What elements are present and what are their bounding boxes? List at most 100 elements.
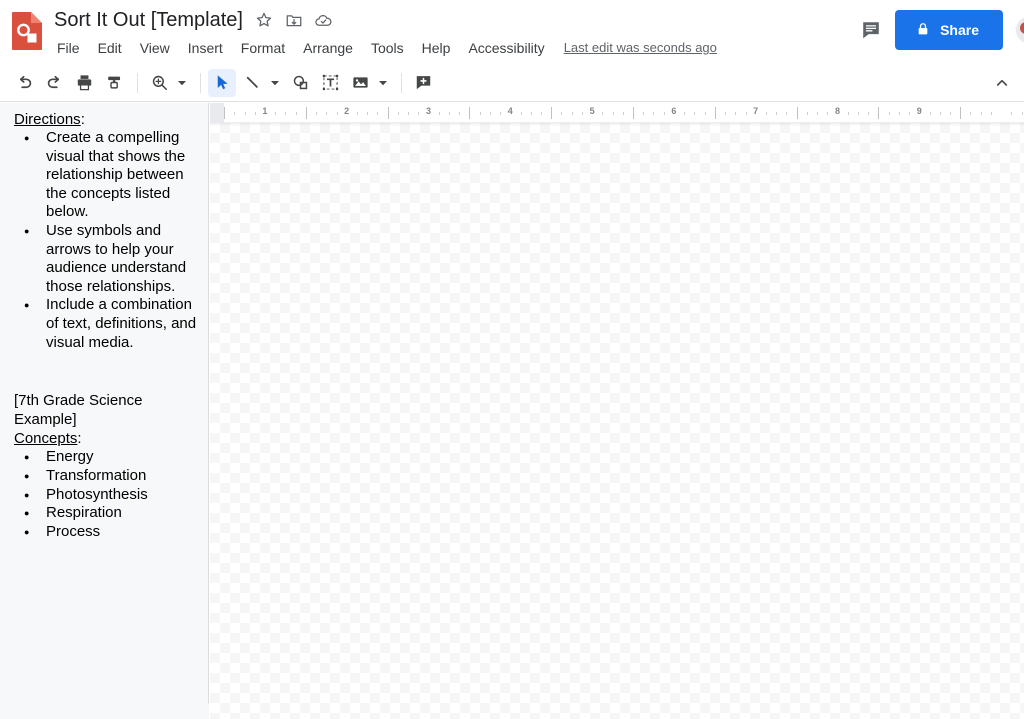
ruler-number: 1 xyxy=(262,106,268,116)
move-to-folder-icon[interactable] xyxy=(283,9,305,31)
ruler-minor-tick xyxy=(356,112,358,115)
ruler-minor-tick xyxy=(725,112,726,115)
ruler-minor-tick xyxy=(377,112,379,115)
ruler-minor-tick xyxy=(397,112,399,115)
ruler-minor-tick xyxy=(418,112,420,115)
ruler-minor-tick xyxy=(520,112,522,115)
last-edit-status[interactable]: Last edit was seconds ago xyxy=(564,36,717,60)
concepts-list: Energy Transformation Photosynthesis Res… xyxy=(0,448,208,541)
print-button[interactable] xyxy=(70,69,98,97)
ruler-number: 4 xyxy=(507,106,513,116)
directions-colon: : xyxy=(80,111,85,128)
menu-view[interactable]: View xyxy=(131,36,179,60)
paint-roller-icon[interactable] xyxy=(100,69,128,97)
list-item: Create a compelling visual that shows th… xyxy=(24,129,205,222)
ruler-minor-tick xyxy=(806,112,808,115)
user-avatar[interactable] xyxy=(1014,14,1024,46)
share-label: Share xyxy=(940,22,979,38)
ruler-number: 6 xyxy=(671,106,677,116)
ruler-number: 9 xyxy=(916,106,922,116)
image-tool-button[interactable] xyxy=(346,69,374,97)
directions-list: Create a compelling visual that shows th… xyxy=(0,129,208,352)
ruler-major-tick xyxy=(387,107,389,119)
menu-tools[interactable]: Tools xyxy=(362,36,413,60)
ruler-minor-tick xyxy=(295,112,297,115)
horizontal-ruler[interactable]: 1 2 3 4 5 6 7 8 9 xyxy=(210,103,1024,123)
ruler-number: 5 xyxy=(589,106,595,116)
line-dropdown-caret-icon[interactable] xyxy=(268,69,282,97)
concepts-heading: Concepts xyxy=(14,430,78,448)
image-dropdown-caret-icon[interactable] xyxy=(376,69,390,97)
ruler-minor-tick xyxy=(970,112,972,115)
notes-content: Directions: Create a compelling visual t… xyxy=(0,103,208,541)
menu-format[interactable]: Format xyxy=(232,36,294,60)
select-tool-button[interactable] xyxy=(208,68,236,97)
directions-heading: Directions xyxy=(14,111,81,128)
star-icon[interactable] xyxy=(253,9,275,31)
ruler-number: 2 xyxy=(344,106,350,116)
drawing-canvas[interactable] xyxy=(210,123,1024,719)
ruler-minor-tick xyxy=(602,112,604,115)
ruler-minor-tick xyxy=(735,112,737,115)
ruler-minor-tick xyxy=(244,112,246,115)
ruler-minor-tick xyxy=(479,112,481,115)
ruler-minor-tick xyxy=(612,112,614,115)
menu-insert[interactable]: Insert xyxy=(179,36,232,60)
directions-title-row: Directions: xyxy=(0,103,208,129)
ruler-major-tick xyxy=(224,107,225,119)
concepts-title-row: Concepts: xyxy=(0,429,208,448)
ruler-minor-tick xyxy=(459,112,461,115)
zoom-in-icon[interactable] xyxy=(145,69,173,97)
comment-icon[interactable] xyxy=(851,10,891,50)
add-comment-icon[interactable] xyxy=(409,69,437,97)
app-header: Sort It Out [Template] File Edit View In… xyxy=(0,0,1024,64)
ruler-minor-tick xyxy=(857,112,859,115)
chevron-up-icon[interactable] xyxy=(988,69,1016,97)
ruler-strip xyxy=(210,103,1024,123)
cloud-saved-icon[interactable] xyxy=(313,9,335,31)
toolbar xyxy=(0,64,1024,102)
line-tool-button[interactable] xyxy=(238,69,266,97)
menu-accessibility[interactable]: Accessibility xyxy=(459,36,553,60)
ruler-minor-tick xyxy=(571,112,573,115)
ruler-minor-tick xyxy=(316,112,317,115)
ruler-major-tick xyxy=(469,107,471,119)
ruler-minor-tick xyxy=(408,112,409,115)
ruler-major-tick xyxy=(878,107,880,119)
ruler-major-tick xyxy=(305,107,307,119)
ruler-minor-tick xyxy=(765,112,767,115)
menu-help[interactable]: Help xyxy=(413,36,460,60)
header-actions: Share xyxy=(851,10,1024,50)
menu-edit[interactable]: Edit xyxy=(89,36,131,60)
undo-button[interactable] xyxy=(10,69,38,97)
ruler-major-tick xyxy=(960,107,962,119)
ruler-minor-tick xyxy=(868,112,870,115)
ruler-minor-tick xyxy=(663,112,665,115)
ruler-minor-tick xyxy=(234,112,236,115)
menu-arrange[interactable]: Arrange xyxy=(294,36,362,60)
ruler-minor-tick xyxy=(1021,112,1023,115)
shape-tool-button[interactable] xyxy=(286,69,314,97)
concepts-colon: : xyxy=(77,430,82,448)
ruler-minor-tick xyxy=(704,112,706,115)
ruler-number: 7 xyxy=(753,106,759,116)
ruler-minor-tick xyxy=(326,112,328,115)
menu-file[interactable]: File xyxy=(57,36,89,60)
ruler-number: 8 xyxy=(834,106,840,116)
ruler-minor-tick xyxy=(561,112,563,115)
ruler-minor-tick xyxy=(929,112,931,115)
redo-button[interactable] xyxy=(40,69,68,97)
ruler-minor-tick xyxy=(980,112,982,115)
title-row: Sort It Out [Template] xyxy=(54,6,343,34)
notes-sidebar[interactable]: Directions: Create a compelling visual t… xyxy=(0,103,209,703)
share-button[interactable]: Share xyxy=(895,10,1003,50)
ruler-minor-tick xyxy=(336,112,338,115)
ruler-minor-tick xyxy=(530,112,532,115)
text-box-button[interactable] xyxy=(316,69,344,97)
zoom-dropdown-caret-icon[interactable] xyxy=(175,69,189,97)
ruler-minor-tick xyxy=(622,112,624,115)
ruler-minor-tick xyxy=(950,112,951,115)
document-title[interactable]: Sort It Out [Template] xyxy=(54,6,253,34)
ruler-minor-tick xyxy=(684,112,686,115)
google-drawings-logo[interactable] xyxy=(10,11,44,51)
